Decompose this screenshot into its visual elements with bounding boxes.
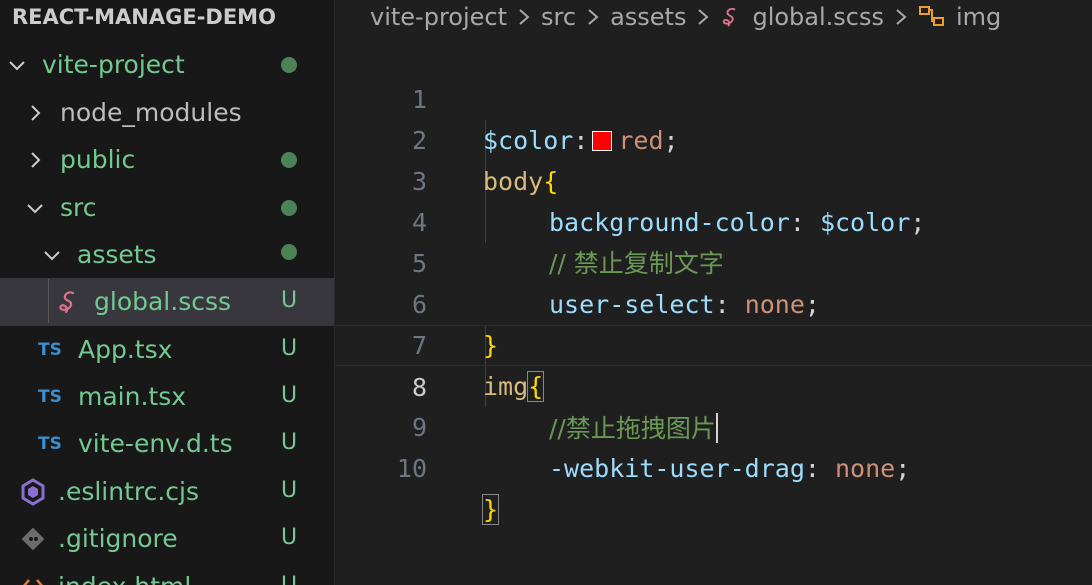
code-line[interactable]: 2 body{ [335, 79, 1092, 196]
breadcrumb-item[interactable]: assets [610, 3, 686, 31]
code-line-current[interactable]: 8 //禁止拖拽图片 [335, 325, 1092, 443]
code-line[interactable]: 3 background-color: $color; [335, 120, 1092, 237]
indent-guide [48, 279, 49, 323]
code-line[interactable]: 5 user-select: none; [335, 202, 1092, 319]
tree-item-eslintrc[interactable]: .eslintrc.cjs U [0, 468, 334, 516]
token: } [481, 494, 500, 525]
code-line[interactable]: 9 -webkit-user-drag: none; [335, 366, 1092, 483]
sass-icon [54, 289, 84, 315]
chevron-right-icon [894, 7, 908, 27]
chevron-right-icon [586, 7, 600, 27]
untracked-badge: U [281, 430, 298, 455]
breadcrumb-item[interactable]: vite-project [370, 3, 507, 31]
tree-item-label: .eslintrc.cjs [58, 477, 200, 507]
tree-item-node-modules[interactable]: node_modules [0, 89, 334, 137]
chevron-right-icon [696, 7, 710, 27]
untracked-badge: U [281, 288, 298, 313]
modified-dot [281, 57, 297, 73]
tree-item-src[interactable]: src [0, 184, 334, 232]
token: ; [895, 454, 911, 483]
line-number: 10 [396, 454, 427, 483]
tree-item-vite-project[interactable]: vite-project [0, 41, 334, 89]
tree-item-label: src [60, 193, 97, 223]
modified-dot [281, 244, 297, 260]
breadcrumb: vite-project src assets global.scss img [370, 0, 1001, 34]
chevron-down-icon [8, 56, 26, 74]
tree-item-label: node_modules [60, 98, 242, 128]
typescript-icon: TS [38, 339, 62, 360]
tree-item-label: main.tsx [78, 382, 187, 412]
modified-dot [281, 200, 297, 216]
code-line[interactable]: 7 img{ [335, 284, 1092, 402]
symbol-class-icon [918, 4, 946, 30]
tree-item-label: vite-project [42, 50, 185, 80]
chevron-down-icon [26, 199, 44, 217]
tree-item-label: global.scss [94, 287, 232, 317]
tree-item-global-scss[interactable]: global.scss U [0, 278, 334, 326]
tree-item-app-tsx[interactable]: TS App.tsx U [0, 326, 334, 374]
eslint-icon [18, 478, 48, 506]
explorer-sidebar: REACT-MANAGE-DEMO vite-project node_modu… [0, 0, 335, 585]
tree-item-vite-env[interactable]: TS vite-env.d.ts U [0, 420, 334, 468]
chevron-down-icon [43, 246, 61, 264]
sass-icon [720, 5, 742, 29]
token: -webkit-user-drag [549, 454, 805, 483]
explorer-header[interactable]: REACT-MANAGE-DEMO [12, 0, 276, 34]
typescript-icon: TS [38, 433, 62, 454]
breadcrumb-item[interactable]: src [541, 3, 576, 31]
tree-item-label: public [60, 145, 136, 175]
code-line[interactable]: 1 $color: red; [335, 38, 1092, 155]
untracked-badge: U [281, 383, 298, 408]
code-line[interactable]: 6 } [335, 243, 1092, 360]
tree-item-label: App.tsx [78, 335, 173, 365]
code-content: -webkit-user-drag: none; [549, 448, 910, 489]
breadcrumb-item[interactable]: global.scss [752, 3, 884, 31]
untracked-badge: U [281, 336, 298, 361]
code-content: } [481, 489, 500, 530]
token: none [834, 454, 896, 483]
git-icon [18, 526, 48, 552]
tree-item-index-html[interactable]: index.html U [0, 563, 334, 585]
tree-item-label: .gitignore [58, 524, 178, 554]
html-icon [18, 574, 48, 585]
breadcrumb-item[interactable]: img [956, 3, 1001, 31]
code-line[interactable]: 4 // 禁止复制文字 [335, 161, 1092, 278]
untracked-badge: U [281, 573, 297, 585]
tree-item-label: index.html [58, 572, 191, 585]
code-editor[interactable]: 1 $color: red; 2 body{ 3 background-color… [335, 38, 1092, 585]
untracked-badge: U [281, 525, 298, 550]
modified-dot [281, 152, 297, 168]
tree-item-main-tsx[interactable]: TS main.tsx U [0, 373, 334, 421]
chevron-right-icon [517, 7, 531, 27]
chevron-right-icon [26, 151, 44, 169]
tree-item-assets[interactable]: assets [0, 231, 334, 279]
typescript-icon: TS [38, 386, 62, 407]
tree-item-public[interactable]: public [0, 136, 334, 184]
code-line[interactable]: 10 } [335, 407, 1092, 525]
tree-item-label: assets [77, 240, 157, 270]
tree-item-label: vite-env.d.ts [78, 429, 233, 459]
chevron-right-icon [26, 104, 44, 122]
token: : [804, 454, 835, 483]
tree-item-gitignore[interactable]: .gitignore U [0, 515, 334, 563]
untracked-badge: U [281, 478, 298, 503]
